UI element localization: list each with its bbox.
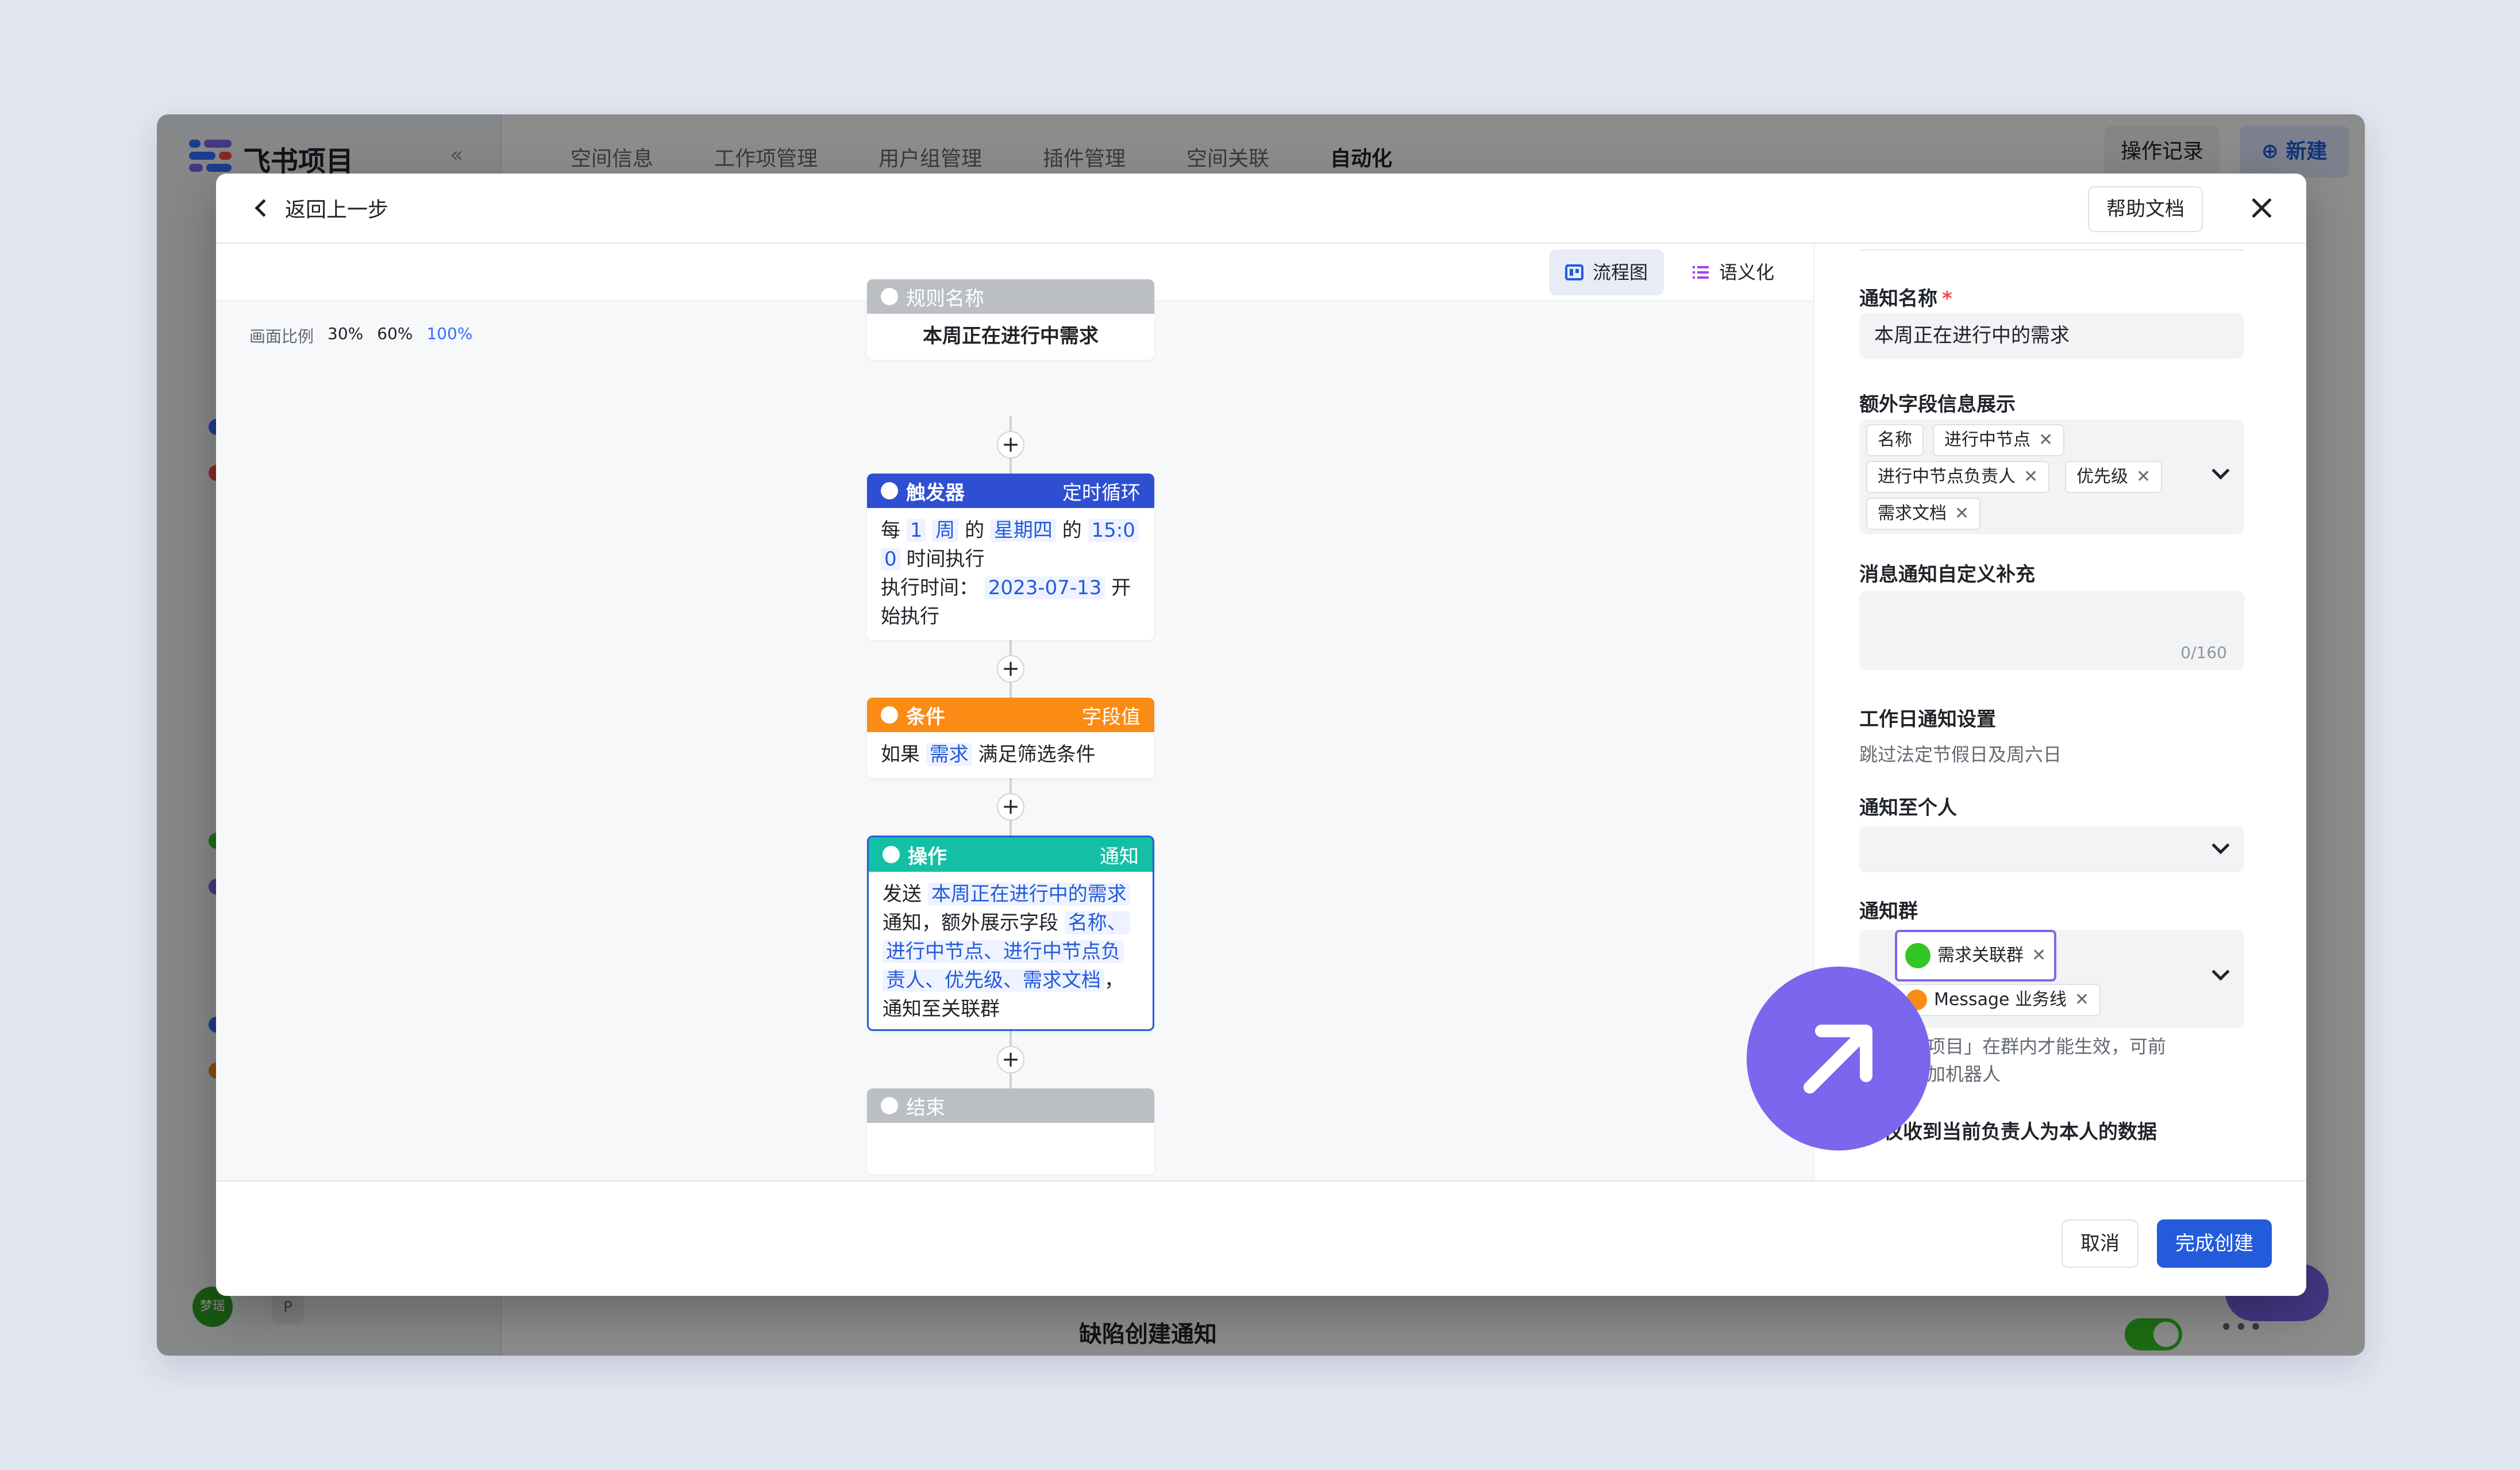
action-description: 发送 本周正在进行中的需求 通知，额外展示字段 名称、 进行中节点、进行中节点负… <box>869 872 1153 1029</box>
workday-sub: 跳过法定节假日及周六日 <box>1859 744 2062 765</box>
action-type: 通知 <box>1100 845 1139 868</box>
end-node: 结束 <box>867 1088 1154 1175</box>
notify-person-label: 通知至个人 <box>1859 796 1957 819</box>
zoom-30[interactable]: 30% <box>327 324 363 347</box>
add-step-button[interactable]: + <box>997 655 1024 683</box>
extra-fields-label: 额外字段信息展示 <box>1859 393 2016 416</box>
trigger-header: 触发器 定时循环 <box>867 474 1154 508</box>
custom-message-label: 消息通知自定义补充 <box>1859 563 2035 586</box>
trigger-description: 每 1 周 的 星期四 的 15:0 0 时间执行 执行时间： 2023-07-… <box>867 508 1154 640</box>
extra-field-tag: 需求文档 ✕ <box>1866 498 1981 530</box>
end-icon <box>881 1097 898 1114</box>
trigger-node[interactable]: 触发器 定时循环 每 1 周 的 星期四 的 15:0 0 时间执行 执行时间：… <box>867 474 1154 640</box>
view-semantic-label: 语义化 <box>1719 261 1775 283</box>
chevron-left-icon <box>255 199 273 217</box>
close-icon[interactable] <box>2244 191 2279 225</box>
notify-person-select[interactable] <box>1859 826 2244 872</box>
rule-name-title: 规则名称 <box>906 287 984 310</box>
rule-name-node[interactable]: 规则名称 本周正在进行中需求 <box>867 279 1154 360</box>
notify-name-input[interactable]: 本周正在进行中的需求 <box>1859 313 2244 359</box>
remove-tag-icon[interactable]: ✕ <box>1955 499 1969 529</box>
extra-field-tag: 进行中节点负责人 ✕ <box>1866 461 2050 493</box>
filter-icon <box>881 706 898 724</box>
condition-header: 条件 字段值 <box>867 698 1154 732</box>
condition-description: 如果 需求 满足筛选条件 <box>881 743 1096 766</box>
extra-field-tag: 优先级 ✕ <box>2065 461 2163 493</box>
zoom-60[interactable]: 60% <box>377 324 413 347</box>
help-doc-button[interactable]: 帮助文档 <box>2088 186 2203 232</box>
action-title: 操作 <box>908 845 947 868</box>
remove-tag-icon[interactable]: ✕ <box>2024 462 2038 492</box>
cancel-button[interactable]: 取消 <box>2062 1219 2138 1268</box>
remove-tag-icon[interactable]: ✕ <box>2136 462 2151 492</box>
condition-type: 字段值 <box>1082 705 1140 729</box>
flowchart-icon <box>1565 264 1583 280</box>
extra-field-tag: 名称 <box>1866 424 1924 456</box>
trigger-type: 定时循环 <box>1062 481 1140 505</box>
notify-group-label: 通知群 <box>1859 900 1918 923</box>
modal-header: 返回上一步 帮助文档 <box>216 174 2306 244</box>
notify-name-label: 通知名称 * <box>1859 287 1952 310</box>
workday-label: 工作日通知设置 <box>1859 708 1996 731</box>
finish-create-button[interactable]: 完成创建 <box>2157 1219 2272 1268</box>
divider <box>1859 249 2244 251</box>
zoom-100[interactable]: 100% <box>426 324 472 347</box>
remove-tag-icon[interactable]: ✕ <box>2075 985 2089 1015</box>
action-header: 操作 通知 <box>869 837 1153 872</box>
back-button[interactable]: 返回上一步 <box>255 193 389 223</box>
custom-message-textarea[interactable]: 0/160 <box>1859 591 2244 670</box>
rule-name-header: 规则名称 <box>867 279 1154 314</box>
automation-modal: 返回上一步 帮助文档 流程图 语义化 画面比例 30% 60% 100% + +… <box>216 174 2306 1296</box>
char-counter: 0/160 <box>2180 643 2227 662</box>
chevron-down-icon <box>2211 836 2230 855</box>
trigger-icon <box>881 482 898 499</box>
remove-tag-icon[interactable]: ✕ <box>2039 425 2053 455</box>
end-title: 结束 <box>906 1096 945 1119</box>
condition-node[interactable]: 条件 字段值 如果 需求 满足筛选条件 <box>867 698 1154 778</box>
list-icon <box>1693 266 1709 279</box>
chevron-down-icon <box>2211 461 2230 480</box>
cursor-indicator <box>1747 967 1931 1150</box>
back-label: 返回上一步 <box>285 198 389 222</box>
flow-canvas[interactable]: 流程图 语义化 画面比例 30% 60% 100% + + + + 规则名称 本… <box>216 244 1813 1245</box>
required-mark: * <box>1942 287 1952 310</box>
end-header: 结束 <box>867 1088 1154 1123</box>
zoom-label: 画面比例 <box>249 327 314 346</box>
add-step-button[interactable]: + <box>997 1046 1024 1073</box>
rule-name-value: 本周正在进行中需求 <box>923 325 1099 348</box>
view-flowchart-label: 流程图 <box>1593 261 1648 283</box>
play-icon <box>881 288 898 305</box>
add-step-button[interactable]: + <box>997 431 1024 459</box>
condition-title: 条件 <box>906 705 945 729</box>
action-icon <box>883 846 900 863</box>
trigger-title: 触发器 <box>906 481 965 505</box>
extra-fields-select[interactable]: 名称 进行中节点 ✕ 进行中节点负责人 ✕ 优先级 ✕ 需求文档 ✕ <box>1859 420 2244 534</box>
extra-field-tag: 进行中节点 ✕ <box>1933 424 2065 456</box>
group-icon <box>1905 943 1931 968</box>
view-semantic-button[interactable]: 语义化 <box>1675 249 1790 295</box>
modal-footer: 取消 完成创建 <box>216 1180 2306 1296</box>
remove-tag-icon[interactable]: ✕ <box>2032 941 2046 971</box>
add-step-button[interactable]: + <box>997 793 1024 821</box>
arrow-up-right-icon <box>1804 1025 1872 1094</box>
chevron-down-icon <box>2211 963 2230 981</box>
action-node[interactable]: 操作 通知 发送 本周正在进行中的需求 通知，额外展示字段 名称、 进行中节点、… <box>867 836 1154 1031</box>
zoom-controls: 画面比例 30% 60% 100% <box>249 324 473 347</box>
view-flowchart-button[interactable]: 流程图 <box>1549 249 1664 295</box>
